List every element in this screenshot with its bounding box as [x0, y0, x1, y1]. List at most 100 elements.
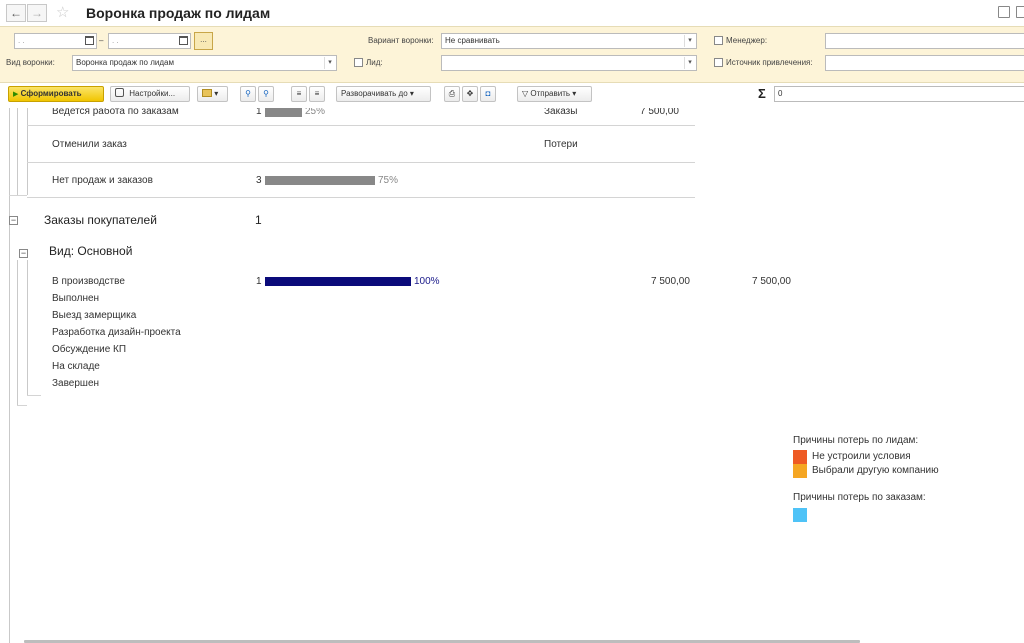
- date-to-input[interactable]: . .: [108, 33, 191, 49]
- funnel-percent: 25%: [305, 108, 326, 117]
- funnel-type-label: Вид воронки:: [6, 58, 55, 67]
- tree-line: [17, 260, 18, 405]
- tree-line: [27, 260, 28, 395]
- tree-line: [27, 395, 41, 396]
- back-button[interactable]: ←: [6, 4, 26, 22]
- row-divider: [27, 197, 695, 198]
- page-setup-button[interactable]: ✥: [462, 86, 478, 102]
- status-label: На складе: [52, 361, 100, 372]
- legend-swatch: [793, 450, 807, 464]
- expand-to-button[interactable]: Разворачивать до ▾: [336, 86, 431, 102]
- status-count: 1: [256, 276, 262, 287]
- printer-icon: ⎙: [448, 89, 456, 98]
- tree-line: [27, 108, 28, 195]
- status-label: Разработка дизайн-проекта: [52, 327, 181, 338]
- chevron-down-icon[interactable]: ▾: [324, 57, 335, 69]
- calendar-icon[interactable]: [179, 36, 188, 45]
- tree-line: [17, 405, 27, 406]
- collapse-subgroup-icon[interactable]: −: [19, 249, 28, 258]
- source-checkbox[interactable]: [714, 58, 723, 67]
- legend-swatch: [793, 464, 807, 478]
- funnel-type-select[interactable]: Воронка продаж по лидам ▾: [72, 55, 337, 71]
- forward-button[interactable]: →: [27, 4, 47, 22]
- filter-panel: . . – . . ... Вариант воронки: Не сравни…: [0, 26, 1024, 83]
- settings-icon: [115, 88, 124, 97]
- variants-button[interactable]: ▾: [197, 86, 228, 102]
- manager-label: Менеджер:: [726, 36, 768, 45]
- period-select-button[interactable]: ...: [194, 32, 213, 50]
- search-next-icon: ⚲: [263, 89, 269, 98]
- status-label: Выезд замерщика: [52, 310, 137, 321]
- subgroup-title: Вид: Основной: [49, 244, 133, 258]
- search-next-button[interactable]: ⚲: [258, 86, 274, 102]
- sum-field[interactable]: 0: [774, 86, 1024, 102]
- stage-count: 1: [256, 108, 262, 117]
- settings-button[interactable]: Настройки...: [110, 86, 190, 102]
- lead-checkbox[interactable]: [354, 58, 363, 67]
- chevron-down-icon[interactable]: ▾: [684, 57, 695, 69]
- manager-checkbox[interactable]: [714, 36, 723, 45]
- funnel-percent: 100%: [414, 276, 440, 287]
- stage-amount: 7 500,00: [640, 108, 679, 117]
- title-bar: ← → ☆ Воронка продаж по лидам: [0, 0, 1024, 26]
- save-icon[interactable]: [998, 6, 1010, 18]
- variant-select[interactable]: Не сравнивать ▾: [441, 33, 697, 49]
- send-icon: ▽: [522, 89, 529, 98]
- row-divider: [27, 125, 695, 126]
- row-divider: [27, 162, 695, 163]
- manager-input[interactable]: [825, 33, 1024, 49]
- funnel-bar: [265, 108, 302, 117]
- legend-label: Не устроили условия: [812, 451, 911, 462]
- expand-list-icon: ≡: [296, 89, 302, 98]
- send-button[interactable]: ▽ Отправить ▾: [517, 86, 592, 102]
- folder-icon: [202, 89, 212, 97]
- lead-label: Лид:: [366, 58, 383, 67]
- status-label: Обсуждение КП: [52, 344, 127, 355]
- print-icon[interactable]: [1016, 6, 1024, 18]
- stage-label: Отменили заказ: [52, 139, 127, 150]
- stage-label: Ведется работа по заказам: [52, 108, 179, 117]
- sum-icon: Σ: [758, 86, 766, 101]
- variant-label: Вариант воронки:: [368, 36, 434, 45]
- legend-leads-title: Причины потерь по лидам:: [793, 435, 919, 446]
- status-label: Завершен: [52, 378, 100, 389]
- preview-icon: ◘: [485, 89, 491, 98]
- search-button[interactable]: ⚲: [240, 86, 256, 102]
- search-icon: ⚲: [245, 89, 251, 98]
- funnel-percent: 75%: [378, 175, 399, 186]
- command-bar: ▶ Сформировать Настройки... ▾ ⚲ ⚲ ≡ ≡ Ра…: [0, 84, 1024, 104]
- status-label: Выполнен: [52, 293, 100, 304]
- stage-label: Нет продаж и заказов: [52, 175, 153, 186]
- legend-label: Выбрали другую компанию: [812, 465, 939, 476]
- funnel-bar: [265, 176, 375, 185]
- date-dash: –: [99, 36, 104, 45]
- funnel-bar: [265, 277, 411, 286]
- tree-line: [17, 108, 18, 195]
- group-title: Заказы покупателей: [44, 213, 157, 227]
- status-amount: 7 500,00: [651, 276, 690, 287]
- report-area[interactable]: Ведется работа по заказам 1 25% Заказы 7…: [0, 108, 1024, 643]
- status-amount: 7 500,00: [752, 276, 791, 287]
- favorite-star-icon[interactable]: ☆: [56, 3, 69, 21]
- expand-all-button[interactable]: ≡: [291, 86, 307, 102]
- stage-category: Потери: [544, 139, 578, 150]
- stage-count: 3: [256, 175, 262, 186]
- group-count: 1: [255, 213, 262, 227]
- calendar-icon[interactable]: [85, 36, 94, 45]
- lead-input[interactable]: ▾: [441, 55, 697, 71]
- chevron-down-icon[interactable]: ▾: [684, 35, 695, 47]
- move-icon: ✥: [466, 89, 474, 98]
- stage-category: Заказы: [544, 108, 578, 117]
- print-button[interactable]: ⎙: [444, 86, 460, 102]
- tree-line: [9, 195, 27, 196]
- source-label: Источник привлечения:: [726, 58, 813, 67]
- collapse-all-button[interactable]: ≡: [309, 86, 325, 102]
- generate-button[interactable]: ▶ Сформировать: [8, 86, 104, 102]
- date-from-input[interactable]: . .: [14, 33, 97, 49]
- status-label: В производстве: [52, 276, 125, 287]
- collapse-group-icon[interactable]: −: [9, 216, 18, 225]
- preview-button[interactable]: ◘: [480, 86, 496, 102]
- legend-swatch: [793, 508, 807, 522]
- source-input[interactable]: [825, 55, 1024, 71]
- tree-line: [9, 108, 10, 643]
